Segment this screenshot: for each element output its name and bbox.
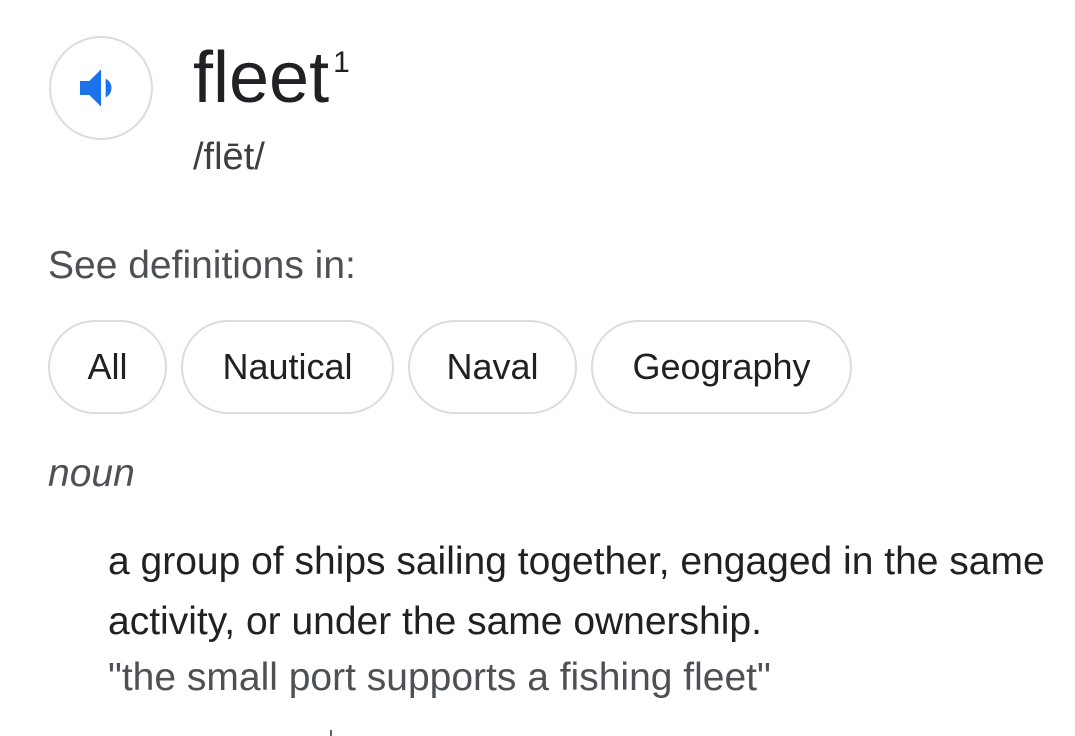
dictionary-card: fleet 1 /flēt/ See definitions in: All Na… [0, 0, 1075, 736]
definition-filter-chips: All Nautical Naval Geography [48, 320, 852, 414]
sense-number: 1 [333, 46, 350, 79]
clipped-content-mark [330, 730, 332, 736]
part-of-speech: noun [48, 452, 135, 495]
example-sentence: "the small port supports a fishing fleet… [108, 656, 771, 699]
headword-text: fleet [193, 38, 330, 118]
definition-text: a group of ships sailing together, engag… [108, 540, 1045, 643]
chip-all[interactable]: All [48, 320, 167, 414]
headword: fleet 1 [193, 36, 350, 135]
speaker-icon [73, 60, 129, 116]
phonetic-spelling: /flēt/ [193, 136, 265, 178]
chip-naval[interactable]: Naval [408, 320, 577, 414]
chip-geography[interactable]: Geography [591, 320, 852, 414]
chip-nautical[interactable]: Nautical [181, 320, 394, 414]
pronunciation-audio-button[interactable] [49, 36, 153, 140]
see-definitions-label: See definitions in: [48, 244, 356, 287]
